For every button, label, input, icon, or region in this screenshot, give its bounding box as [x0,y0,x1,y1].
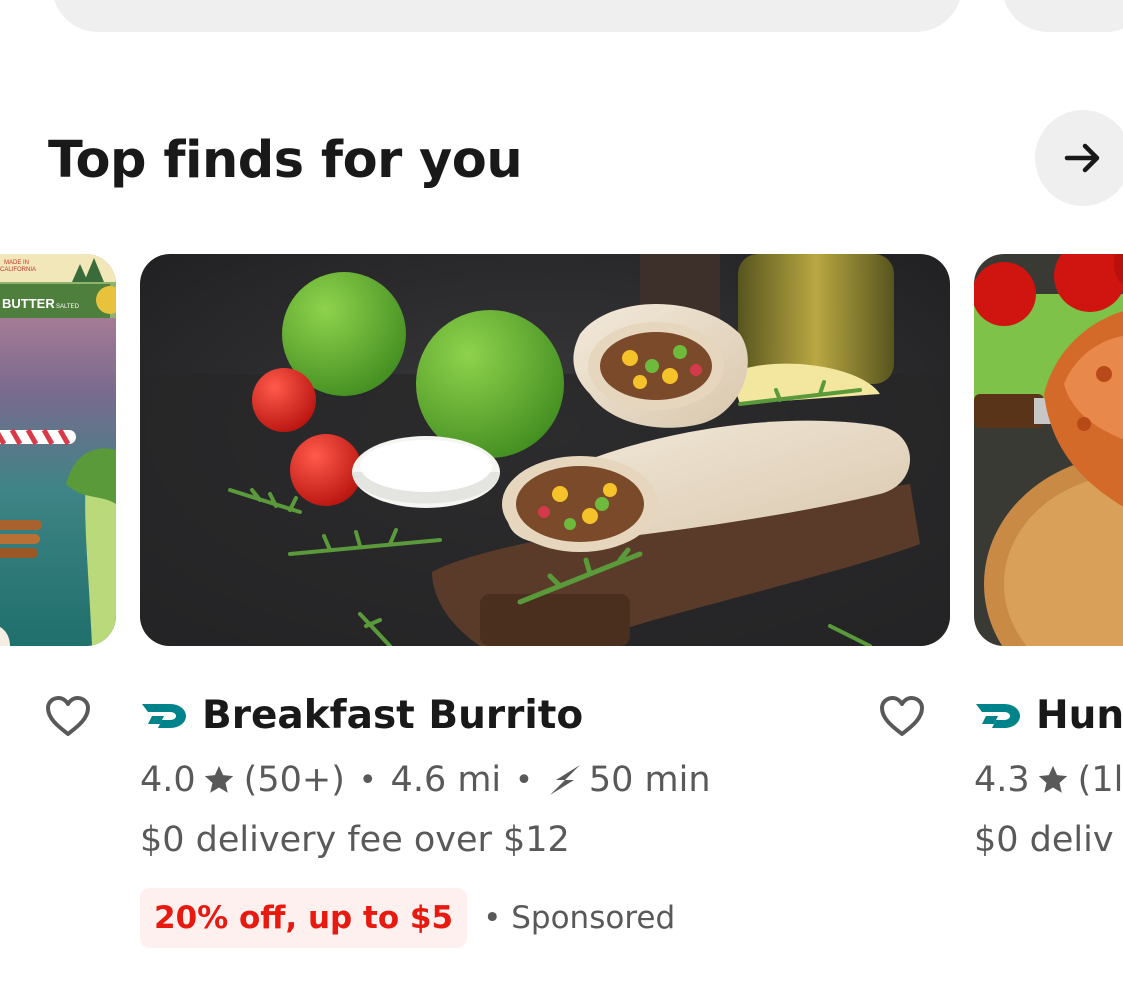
promo-row: 20% off, up to $5 • Sponsored [140,888,675,948]
rating-value: 4.0 [140,760,196,800]
left-image-made-in-text: MADE IN [4,260,29,266]
right-store-title-row[interactable]: Hun [974,690,1123,740]
separator-dot: • [515,762,533,798]
store-name[interactable]: Breakfast Burrito [202,693,583,738]
top-action-button[interactable] [1002,0,1123,32]
section-title: Top finds for you [48,131,523,190]
star-icon [204,765,233,793]
right-store-name[interactable]: Hun [1036,693,1123,738]
dashpass-icon [142,704,186,728]
right-delivery-fee: $0 deliv [974,820,1114,860]
promo-badge: 20% off, up to $5 [140,888,468,948]
arrow-right-icon [1064,143,1100,173]
star-icon [1038,765,1067,793]
breakfast-burrito-image[interactable] [140,254,950,646]
left-store-image[interactable]: MADE IN CALIFORNIA BUTTER SALTED [0,254,116,646]
store-title-row[interactable]: Breakfast Burrito [140,690,583,740]
right-rating-value: 4.3 [974,760,1030,800]
lightning-icon [549,765,580,795]
delivery-time: 50 min [588,760,711,800]
right-store-image[interactable] [974,254,1123,646]
search-bar[interactable] [52,0,962,32]
heart-outline-icon [46,696,90,736]
see-all-button[interactable] [1035,110,1123,206]
page: Top finds for you MADE IN CALIFORNIA BUT… [0,0,1123,1005]
store-meta-row: 4.0 (50+) • 4.6 mi • 50 min [140,756,711,804]
left-image-california-text: CALIFORNIA [0,267,36,273]
right-store-meta-row: 4.3 (1l [974,756,1123,804]
left-favorite-button[interactable] [44,694,92,738]
separator-dot: • [358,762,377,798]
sponsored-label: • Sponsored [483,900,675,936]
right-review-count: (1l [1077,760,1123,800]
sponsored-text: Sponsored [511,900,676,936]
left-image-salted-text: SALTED [56,304,80,310]
review-count: (50+) [243,760,345,800]
breakfast-burrito-favorite-button[interactable] [878,694,926,738]
heart-outline-icon [880,696,924,736]
separator-dot: • [483,900,502,936]
distance: 4.6 mi [390,760,502,800]
left-image-butter-text: BUTTER [2,296,55,311]
delivery-fee: $0 delivery fee over $12 [140,820,570,860]
dashpass-icon [976,704,1020,728]
